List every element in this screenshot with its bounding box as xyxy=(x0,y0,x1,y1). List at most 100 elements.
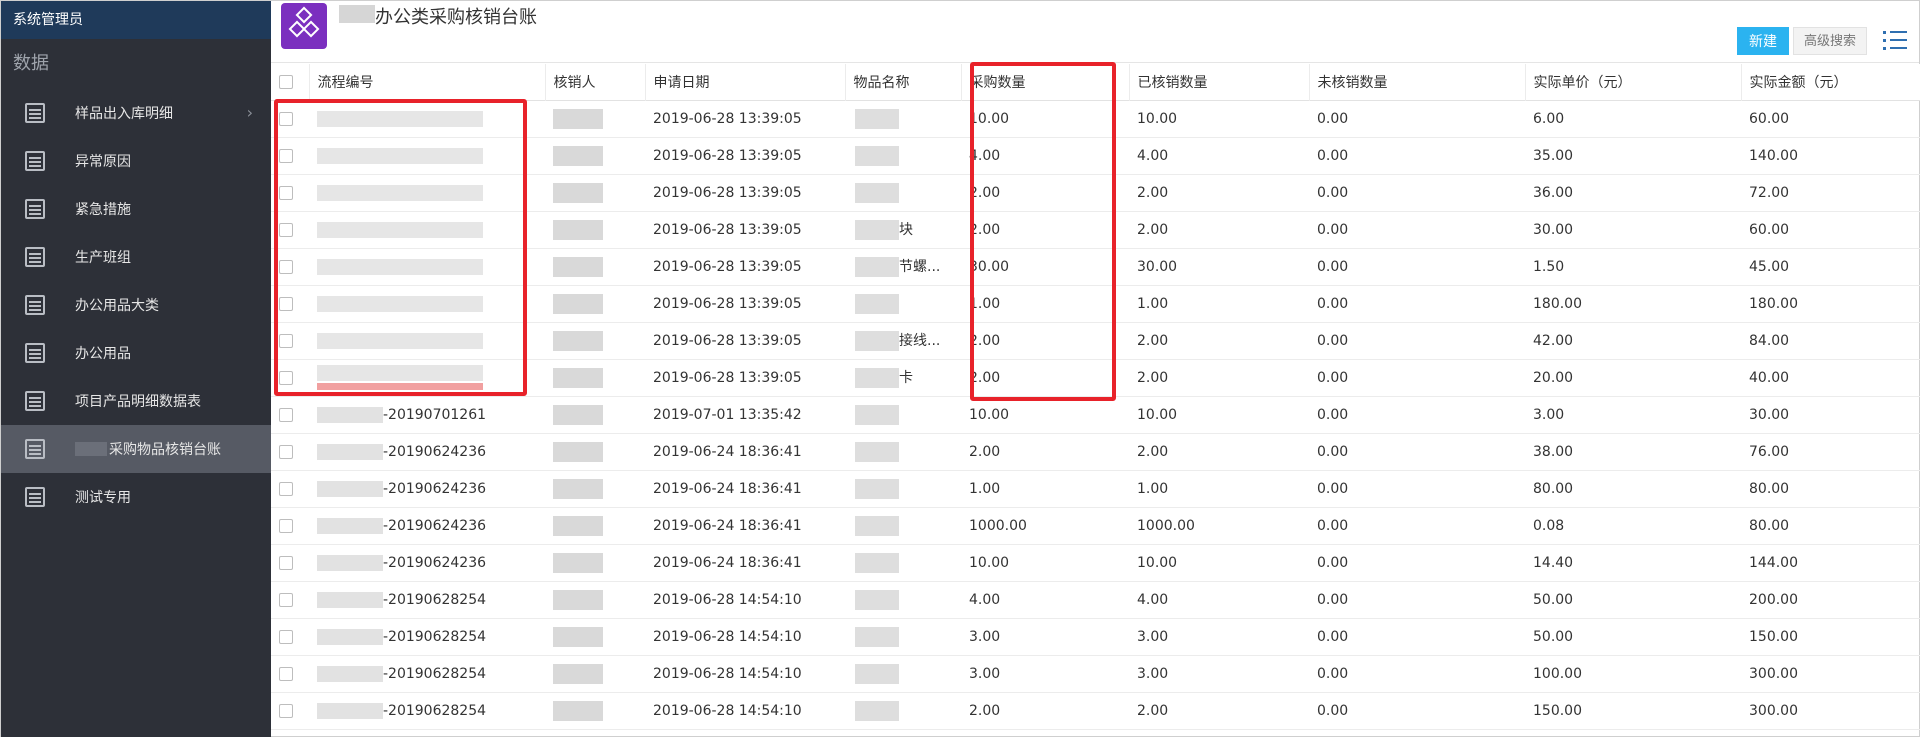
table-sheet-icon xyxy=(25,295,45,315)
process-code[interactable]: -20190701261 xyxy=(383,407,486,423)
redacted-item-name xyxy=(855,515,899,536)
row-checkbox[interactable] xyxy=(279,481,293,496)
row-checkbox[interactable] xyxy=(279,407,293,422)
item-name-cell xyxy=(845,692,961,729)
row-checkbox[interactable] xyxy=(279,370,293,385)
sidebar-item-8[interactable]: 测试专用 xyxy=(1,473,271,521)
column-header[interactable]: 采购数量 xyxy=(961,64,1130,100)
column-header[interactable]: 物品名称 xyxy=(845,64,962,100)
verified-qty: 2.00 xyxy=(1137,702,1169,719)
column-header[interactable]: 已核销数量 xyxy=(1129,64,1310,100)
table-row[interactable]: -20190624236 2019-06-24 18:36:41 2.00 2.00 0… xyxy=(271,433,1920,470)
column-header[interactable]: 申请日期 xyxy=(645,64,846,100)
process-code[interactable]: -20190624236 xyxy=(383,481,486,497)
row-checkbox[interactable] xyxy=(279,555,293,570)
redacted-code-prefix xyxy=(317,591,383,608)
redacted-person xyxy=(553,330,603,351)
process-code[interactable]: -20190624236 xyxy=(383,518,486,534)
row-checkbox[interactable] xyxy=(279,703,293,718)
table-sheet-icon xyxy=(25,391,45,411)
column-header[interactable]: 未核销数量 xyxy=(1309,64,1526,100)
row-checkbox[interactable] xyxy=(279,444,293,459)
unit-price: 0.08 xyxy=(1533,517,1565,534)
verified-qty: 2.00 xyxy=(1137,221,1169,238)
verified-qty: 1.00 xyxy=(1137,295,1169,312)
redacted-code xyxy=(317,110,483,127)
sidebar-item-7[interactable]: 采购物品核销台账 xyxy=(1,425,271,473)
row-checkbox[interactable] xyxy=(279,666,293,681)
sidebar-item-3[interactable]: 生产班组 xyxy=(1,233,271,281)
table-row[interactable]: 2019-06-28 13:39:05 块 2.00 2.00 0.00 30.00 60.… xyxy=(271,211,1920,248)
column-header[interactable]: 核销人 xyxy=(545,64,646,100)
sidebar-item-label: 异常原因 xyxy=(75,154,131,170)
row-checkbox[interactable] xyxy=(279,518,293,533)
purchase-qty: 2.00 xyxy=(969,221,1001,238)
redacted-item-name xyxy=(855,663,899,684)
table-row[interactable]: 2019-06-28 13:39:05 4.00 4.00 0.00 35.00 140.… xyxy=(271,137,1920,174)
sidebar-menu: 样品出入库明细 › 异常原因紧急措施生产班组办公用品大类 办公用品 项目产品明细数据表采… xyxy=(1,89,271,521)
process-code[interactable]: -20190628254 xyxy=(383,592,486,608)
column-header[interactable]: 实际金额（元） xyxy=(1741,64,1920,100)
table-row[interactable]: 2019-06-28 13:39:05 2.00 2.00 0.00 36.00 72.0… xyxy=(271,174,1920,211)
table-row[interactable]: 2019-06-28 13:39:05 10.00 10.00 0.00 6.00 60.… xyxy=(271,100,1920,137)
table-row[interactable]: 2019-06-28 13:39:05 1.00 1.00 0.00 180.00 180… xyxy=(271,285,1920,322)
apply-date: 2019-06-28 13:39:05 xyxy=(653,258,802,275)
redacted-code xyxy=(317,147,483,164)
process-code-cell xyxy=(309,211,545,248)
table-row[interactable]: 2019-06-28 13:39:05 接线... 2.00 2.00 0.00 42.0… xyxy=(271,322,1920,359)
redacted-person xyxy=(553,145,603,166)
table-row[interactable]: 2019-06-28 13:39:05 节螺... 30.00 30.00 0.00 1.… xyxy=(271,248,1920,285)
row-checkbox[interactable] xyxy=(279,629,293,644)
pending-qty: 0.00 xyxy=(1317,406,1349,423)
current-user[interactable]: 系统管理员 xyxy=(1,1,271,39)
process-code[interactable]: -20190628254 xyxy=(383,666,486,682)
redacted-code xyxy=(317,295,483,312)
column-header[interactable]: 实际单价（元） xyxy=(1525,64,1742,100)
table-row[interactable]: -20190628254 2019-06-28 14:54:10 3.00 3.00 0… xyxy=(271,655,1920,692)
table-row[interactable]: -20190701261 2019-07-01 13:35:42 10.00 10.0… xyxy=(271,396,1920,433)
sidebar-item-label: 生产班组 xyxy=(75,250,131,266)
verifier-cell xyxy=(545,100,645,137)
item-name-cell: 节螺... xyxy=(845,248,961,285)
row-checkbox[interactable] xyxy=(279,111,293,126)
row-checkbox[interactable] xyxy=(279,148,293,163)
advanced-search-button[interactable]: 高级搜索 xyxy=(1793,27,1867,55)
verified-qty: 1000.00 xyxy=(1137,517,1195,534)
sidebar-item-4[interactable]: 办公用品大类 xyxy=(1,281,271,329)
sidebar-item-2[interactable]: 紧急措施 xyxy=(1,185,271,233)
table-row[interactable]: -20190624236 2019-06-24 18:36:41 1000.00 10… xyxy=(271,507,1920,544)
table-row[interactable]: -20190628254 2019-06-28 14:54:10 2.00 2.00 0… xyxy=(271,692,1920,729)
pending-qty: 0.00 xyxy=(1317,591,1349,608)
row-checkbox[interactable] xyxy=(279,592,293,607)
list-view-icon[interactable] xyxy=(1883,29,1907,51)
table-row[interactable]: 2019-06-28 13:39:05 卡 2.00 2.00 0.00 20.00 40.… xyxy=(271,359,1920,396)
row-checkbox[interactable] xyxy=(279,185,293,200)
item-name-cell xyxy=(845,618,961,655)
table-row[interactable]: -20190628254 2019-06-28 14:54:10 3.00 3.00 0… xyxy=(271,618,1920,655)
row-checkbox-cell xyxy=(271,581,309,618)
table-row[interactable]: -20190624236 2019-06-24 18:36:41 10.00 10.0… xyxy=(271,544,1920,581)
apply-date: 2019-06-24 18:36:41 xyxy=(653,517,802,534)
pending-qty: 0.00 xyxy=(1317,295,1349,312)
sidebar-item-5[interactable]: 办公用品 xyxy=(1,329,271,377)
column-header[interactable]: 流程编号 xyxy=(309,64,546,100)
sidebar-item-0[interactable]: 样品出入库明细 › xyxy=(1,89,271,137)
sidebar-item-1[interactable]: 异常原因 xyxy=(1,137,271,185)
process-code[interactable]: -20190624236 xyxy=(383,555,486,571)
row-checkbox[interactable] xyxy=(279,222,293,237)
table-row[interactable]: -20190624236 2019-06-24 18:36:41 1.00 1.00 0… xyxy=(271,470,1920,507)
process-code[interactable]: -20190628254 xyxy=(383,703,486,719)
row-checkbox[interactable] xyxy=(279,259,293,274)
sidebar: 系统管理员 数据 样品出入库明细 › 异常原因 紧急措施 生产班组 办公用品大类 办公用品项… xyxy=(1,1,271,737)
select-all-checkbox[interactable] xyxy=(279,74,293,89)
new-button[interactable]: 新建 xyxy=(1737,27,1789,55)
row-checkbox[interactable] xyxy=(279,296,293,311)
process-code[interactable]: -20190628254 xyxy=(383,629,486,645)
table-sheet-icon xyxy=(25,247,45,267)
unit-price: 1.50 xyxy=(1533,258,1565,275)
redacted-code xyxy=(317,258,483,275)
process-code[interactable]: -20190624236 xyxy=(383,444,486,460)
row-checkbox[interactable] xyxy=(279,333,293,348)
table-row[interactable]: -20190628254 2019-06-28 14:54:10 4.00 4.00 0… xyxy=(271,581,1920,618)
sidebar-item-6[interactable]: 项目产品明细数据表 xyxy=(1,377,271,425)
